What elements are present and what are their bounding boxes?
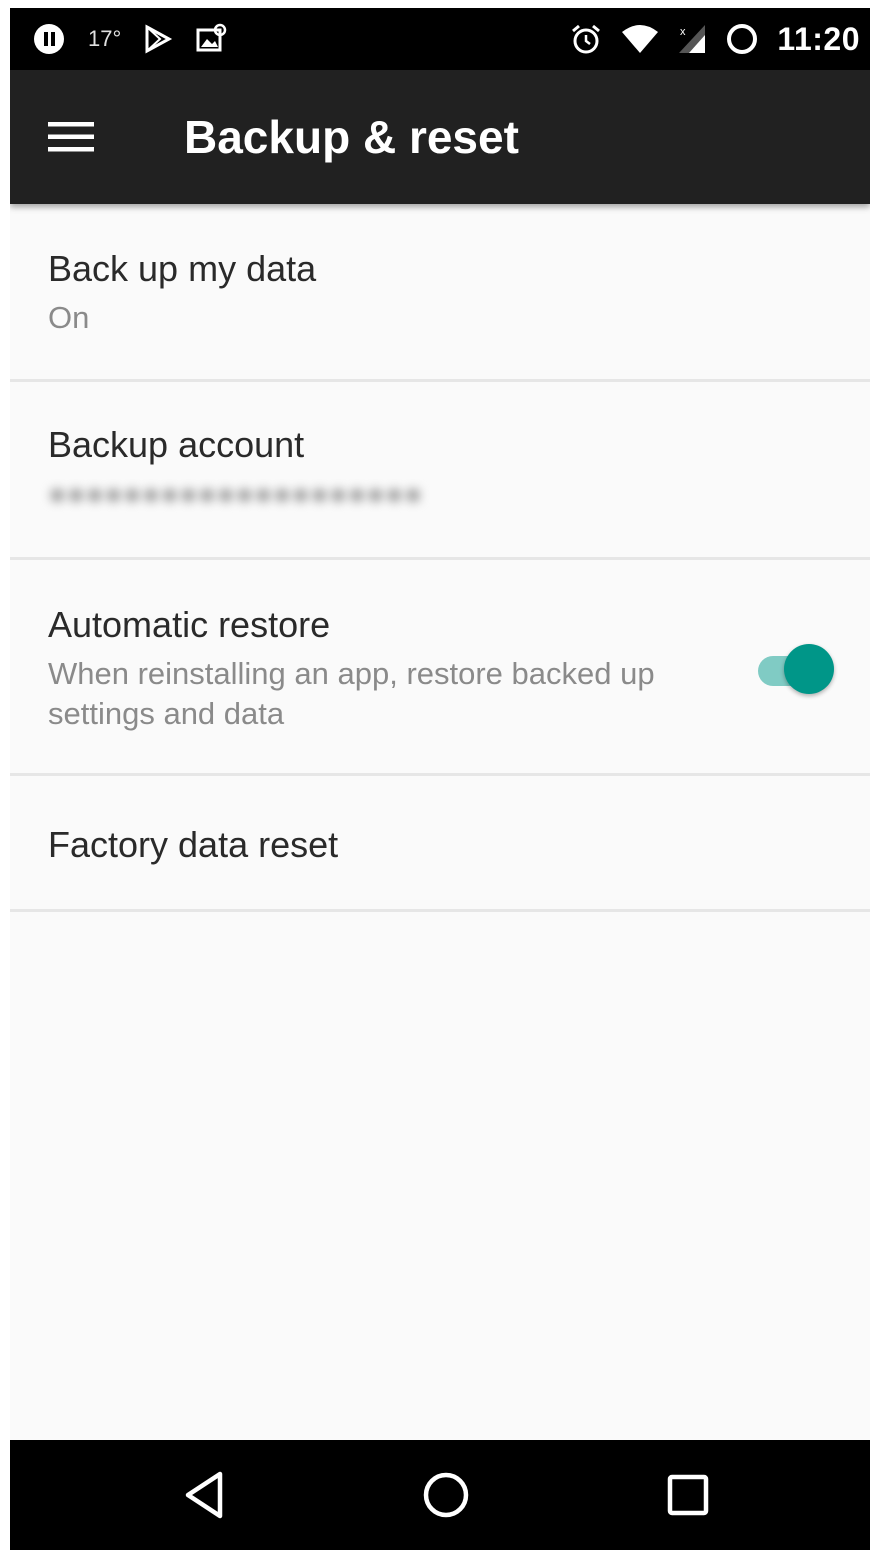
back-icon <box>185 1471 223 1519</box>
setting-summary: When reinstalling an app, restore backed… <box>48 656 655 731</box>
settings-list: Back up my data On Backup account ●●●●●●… <box>10 204 870 912</box>
setting-automatic-restore[interactable]: Automatic restore When reinstalling an a… <box>10 560 870 776</box>
battery-icon <box>725 22 759 56</box>
setting-backup-account[interactable]: Backup account ●●●●●●●●●●●●●●●●●●●● <box>10 382 870 560</box>
back-button[interactable] <box>164 1455 244 1535</box>
navigation-bar <box>10 1440 870 1550</box>
status-bar: 17° x 11:20 <box>10 8 870 70</box>
setting-title: Back up my data <box>48 248 317 289</box>
phone-screen: 17° x 11:20 Backup & reset Back up my da… <box>10 8 870 1550</box>
photo-icon <box>195 23 227 55</box>
automatic-restore-switch[interactable] <box>758 644 834 698</box>
setting-back-up-my-data[interactable]: Back up my data On <box>10 204 870 382</box>
switch-thumb <box>784 644 834 694</box>
home-button[interactable] <box>406 1455 486 1535</box>
temperature-label: 17° <box>88 26 122 51</box>
setting-factory-data-reset[interactable]: Factory data reset <box>10 776 870 912</box>
hamburger-menu-icon <box>48 122 94 152</box>
recents-icon <box>667 1474 709 1516</box>
play-store-icon <box>143 24 173 54</box>
svg-text:x: x <box>680 26 686 38</box>
navigation-drawer-button[interactable] <box>40 106 102 168</box>
setting-title: Factory data reset <box>48 824 339 865</box>
wifi-icon <box>621 24 659 54</box>
home-icon <box>423 1472 469 1518</box>
signal-icon: x <box>677 23 707 55</box>
setting-summary-redacted: ●●●●●●●●●●●●●●●●●●●● <box>48 476 423 511</box>
status-bar-left: 17° <box>32 8 227 70</box>
alarm-icon <box>569 22 603 56</box>
setting-title: Backup account <box>48 424 305 465</box>
setting-title: Automatic restore <box>48 604 331 645</box>
setting-summary: On <box>48 300 90 335</box>
notification-icon <box>32 22 66 56</box>
toolbar: Backup & reset <box>10 70 870 204</box>
status-bar-right: x 11:20 <box>569 8 860 70</box>
clock: 11:20 <box>777 20 860 57</box>
page-title: Backup & reset <box>184 111 519 163</box>
recents-button[interactable] <box>648 1455 728 1535</box>
